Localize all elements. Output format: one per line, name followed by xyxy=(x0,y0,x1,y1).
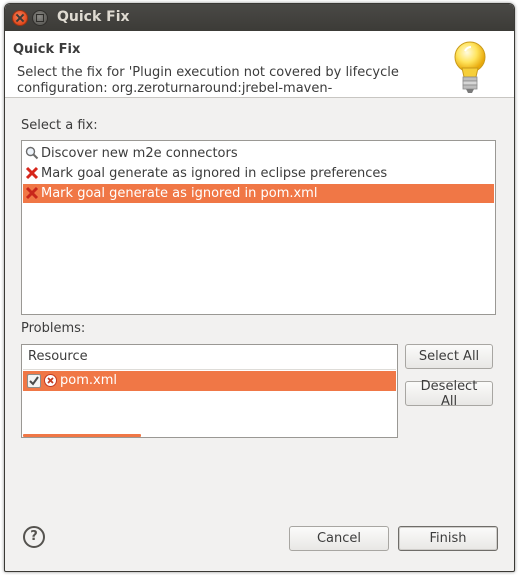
fix-item-ignore-in-pom[interactable]: Mark goal generate as ignored in pom.xml xyxy=(23,184,494,203)
fix-item-discover-connectors[interactable]: Discover new m2e connectors xyxy=(23,144,494,163)
window-title: Quick Fix xyxy=(57,9,130,25)
fix-item-label: Mark goal generate as ignored in pom.xml xyxy=(41,186,318,201)
column-header-label: Resource xyxy=(28,349,88,364)
deselect-all-button[interactable]: Deselect All xyxy=(405,379,493,409)
close-icon[interactable] xyxy=(12,10,28,26)
search-icon xyxy=(25,146,39,160)
fix-item-ignore-in-preferences[interactable]: Mark goal generate as ignored in eclipse… xyxy=(23,164,494,183)
finish-button[interactable]: Finish xyxy=(398,526,498,551)
header-message: Select the fix for 'Plugin execution not… xyxy=(17,65,399,96)
dialog-header: Quick Fix Select the fix for 'Plugin exe… xyxy=(5,31,514,98)
cancel-button[interactable]: Cancel xyxy=(289,526,389,551)
horizontal-scrollbar[interactable] xyxy=(23,434,141,437)
checkmark-icon xyxy=(29,376,39,386)
resource-column-header[interactable]: Resource xyxy=(23,346,396,370)
header-title: Quick Fix xyxy=(13,42,81,57)
title-bar[interactable]: Quick Fix xyxy=(5,4,514,31)
problem-row-pom-xml[interactable]: pom.xml xyxy=(23,371,396,391)
problem-resource-label: pom.xml xyxy=(60,373,117,388)
problem-checkbox[interactable] xyxy=(27,374,41,388)
quick-fix-dialog: Quick Fix Quick Fix Select the fix for '… xyxy=(4,3,515,572)
lightbulb-icon xyxy=(454,41,486,93)
delete-x-icon xyxy=(25,186,39,200)
fix-list[interactable]: Discover new m2e connectors Mark goal ge… xyxy=(21,140,496,315)
select-all-button[interactable]: Select All xyxy=(405,344,493,369)
delete-x-icon xyxy=(25,166,39,180)
fix-item-label: Mark goal generate as ignored in eclipse… xyxy=(41,166,388,181)
help-icon[interactable]: ? xyxy=(23,526,45,548)
fix-item-label: Discover new m2e connectors xyxy=(41,146,238,161)
maximize-icon[interactable] xyxy=(32,10,48,26)
error-icon xyxy=(44,374,57,387)
problems-table[interactable]: Resource pom.xml xyxy=(21,344,398,438)
select-fix-label: Select a fix: xyxy=(21,118,98,133)
problems-label: Problems: xyxy=(21,321,86,336)
